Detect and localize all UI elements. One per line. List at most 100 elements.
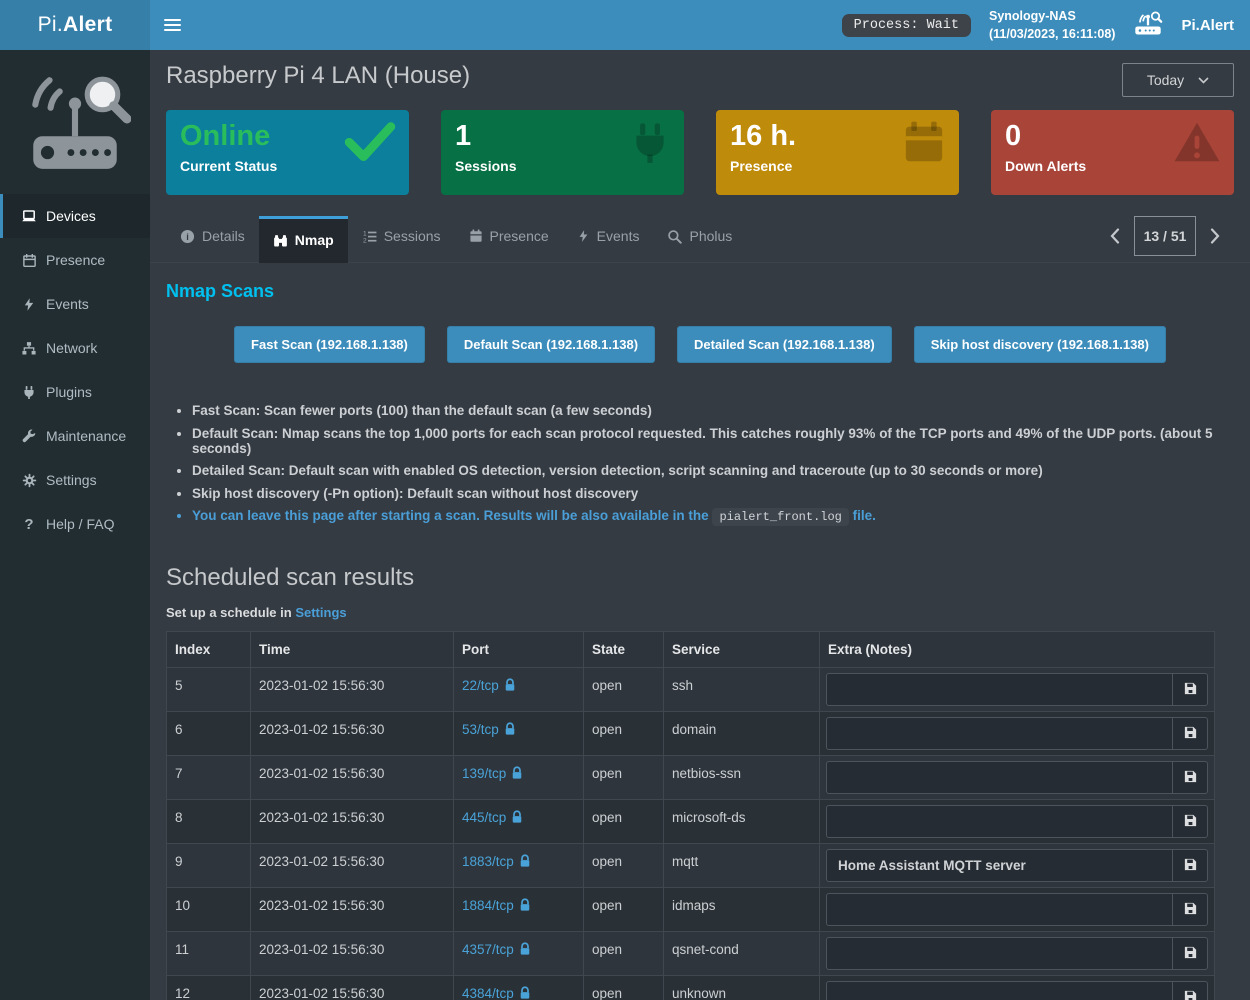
tab-events[interactable]: Events bbox=[563, 216, 654, 256]
cell-time: 2023-01-02 15:56:30 bbox=[251, 888, 454, 932]
lock-icon bbox=[519, 900, 531, 915]
scan-button[interactable]: Fast Scan (192.168.1.138) bbox=[234, 326, 425, 363]
table-row: 12 2023-01-02 15:56:30 4384/tcp open unk… bbox=[167, 976, 1215, 1000]
app-logo: Pi.Alert bbox=[0, 0, 150, 50]
cell-state: open bbox=[584, 932, 664, 976]
port-link[interactable]: 4357/tcp bbox=[462, 942, 514, 957]
save-note-button[interactable] bbox=[1172, 937, 1208, 970]
lock-icon bbox=[511, 812, 523, 827]
port-link[interactable]: 445/tcp bbox=[462, 810, 506, 825]
port-link[interactable]: 1884/tcp bbox=[462, 898, 514, 913]
port-link[interactable]: 53/tcp bbox=[462, 722, 499, 737]
svg-text:i: i bbox=[186, 231, 189, 241]
period-selected-value: Today bbox=[1147, 72, 1184, 88]
chevron-left-icon bbox=[1110, 228, 1120, 244]
check-icon bbox=[344, 120, 396, 167]
sidebar-item-maintenance[interactable]: Maintenance bbox=[0, 414, 150, 458]
cell-note bbox=[820, 712, 1215, 756]
scan-button[interactable]: Detailed Scan (192.168.1.138) bbox=[677, 326, 892, 363]
calendar-icon bbox=[902, 120, 946, 169]
lock-icon bbox=[519, 944, 531, 959]
scan-note: Detailed Scan: Default scan with enabled… bbox=[192, 463, 1234, 478]
cell-index: 6 bbox=[167, 712, 251, 756]
pager-next-button[interactable] bbox=[1196, 216, 1234, 256]
page-title: Raspberry Pi 4 LAN (House) bbox=[166, 62, 470, 90]
note-input[interactable] bbox=[826, 805, 1172, 838]
save-note-button[interactable] bbox=[1172, 673, 1208, 706]
note-input[interactable] bbox=[826, 673, 1172, 706]
save-note-button[interactable] bbox=[1172, 717, 1208, 750]
cell-time: 2023-01-02 15:56:30 bbox=[251, 932, 454, 976]
svg-text:1: 1 bbox=[363, 230, 367, 237]
port-link[interactable]: 22/tcp bbox=[462, 678, 499, 693]
save-icon bbox=[1183, 857, 1198, 875]
cell-index: 5 bbox=[167, 668, 251, 712]
cell-service: ssh bbox=[664, 668, 820, 712]
save-note-button[interactable] bbox=[1172, 849, 1208, 882]
card-current-status: Online Current Status bbox=[166, 110, 409, 195]
sidebar-item-presence[interactable]: Presence bbox=[0, 238, 150, 282]
note-input[interactable] bbox=[826, 717, 1172, 750]
port-link[interactable]: 4384/tcp bbox=[462, 986, 514, 1000]
lock-icon bbox=[519, 856, 531, 871]
note-input[interactable] bbox=[826, 849, 1172, 882]
note-input[interactable] bbox=[826, 761, 1172, 794]
scan-results-table: Index Time Port State Service Extra (Not… bbox=[166, 631, 1215, 1000]
cell-index: 8 bbox=[167, 800, 251, 844]
header-index: Index bbox=[167, 632, 251, 668]
cell-time: 2023-01-02 15:56:30 bbox=[251, 844, 454, 888]
settings-link[interactable]: Settings bbox=[295, 605, 346, 620]
sidebar-item-settings[interactable]: Settings bbox=[0, 458, 150, 502]
tab-nmap[interactable]: Nmap bbox=[259, 216, 348, 263]
port-link[interactable]: 1883/tcp bbox=[462, 854, 514, 869]
menu-toggle-icon[interactable] bbox=[150, 0, 195, 50]
cell-port: 22/tcp bbox=[454, 668, 584, 712]
note-input[interactable] bbox=[826, 981, 1172, 1000]
header-port: Port bbox=[454, 632, 584, 668]
period-dropdown[interactable]: Today bbox=[1122, 63, 1234, 97]
note-input[interactable] bbox=[826, 893, 1172, 926]
question-icon: ? bbox=[20, 516, 38, 533]
tab-presence[interactable]: Presence bbox=[455, 216, 563, 256]
save-icon bbox=[1183, 901, 1198, 919]
tab-label: Sessions bbox=[384, 228, 441, 244]
log-filename-chip: pialert_front.log bbox=[712, 508, 848, 526]
scan-buttons: Fast Scan (192.168.1.138) Default Scan (… bbox=[166, 326, 1234, 363]
scan-button[interactable]: Default Scan (192.168.1.138) bbox=[447, 326, 655, 363]
save-note-button[interactable] bbox=[1172, 981, 1208, 1000]
info-icon: i bbox=[180, 229, 195, 244]
plug-icon bbox=[20, 385, 38, 400]
pager-prev-button[interactable] bbox=[1096, 216, 1134, 256]
lock-icon bbox=[504, 680, 516, 695]
sitemap-icon bbox=[20, 341, 38, 356]
cell-service: netbios-ssn bbox=[664, 756, 820, 800]
cell-state: open bbox=[584, 976, 664, 1000]
save-icon bbox=[1183, 769, 1198, 787]
sidebar-item-network[interactable]: Network bbox=[0, 326, 150, 370]
cell-note bbox=[820, 668, 1215, 712]
tab-sessions[interactable]: 12 Sessions bbox=[348, 216, 455, 256]
pialert-router-logo bbox=[0, 50, 150, 190]
save-note-button[interactable] bbox=[1172, 893, 1208, 926]
tab-pholus[interactable]: Pholus bbox=[653, 216, 746, 256]
scan-note: Default Scan: Nmap scans the top 1,000 p… bbox=[192, 426, 1234, 456]
sidebar-item-events[interactable]: Events bbox=[0, 282, 150, 326]
cell-service: microsoft-ds bbox=[664, 800, 820, 844]
note-input[interactable] bbox=[826, 937, 1172, 970]
save-note-button[interactable] bbox=[1172, 805, 1208, 838]
sidebar-item-plugins[interactable]: Plugins bbox=[0, 370, 150, 414]
save-icon bbox=[1183, 945, 1198, 963]
port-link[interactable]: 139/tcp bbox=[462, 766, 506, 781]
tab-details[interactable]: i Details bbox=[166, 216, 259, 256]
sidebar-item-label: Settings bbox=[46, 472, 97, 488]
card-down-alerts: 0 Down Alerts bbox=[991, 110, 1234, 195]
cell-note bbox=[820, 756, 1215, 800]
scan-button[interactable]: Skip host discovery (192.168.1.138) bbox=[914, 326, 1166, 363]
save-note-button[interactable] bbox=[1172, 761, 1208, 794]
sidebar-item-devices[interactable]: Devices bbox=[0, 194, 150, 238]
sidebar-item-label: Network bbox=[46, 340, 97, 356]
cell-index: 9 bbox=[167, 844, 251, 888]
header-service: Service bbox=[664, 632, 820, 668]
cell-index: 7 bbox=[167, 756, 251, 800]
sidebar-item-help[interactable]: ? Help / FAQ bbox=[0, 502, 150, 546]
